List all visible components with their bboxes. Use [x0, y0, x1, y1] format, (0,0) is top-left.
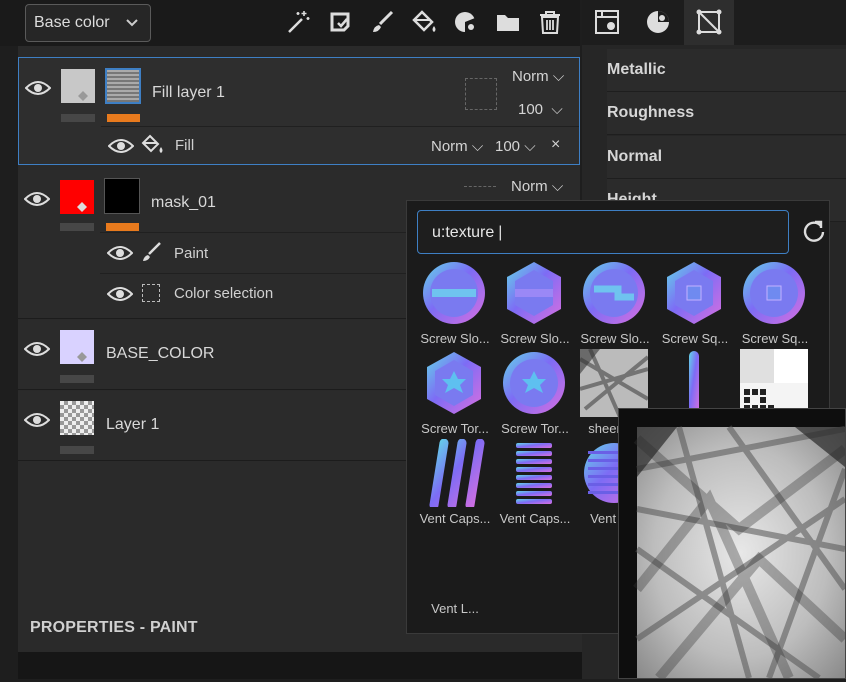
- smart-refresh-icon[interactable]: [326, 8, 354, 36]
- layer-name: Layer 1: [106, 416, 160, 433]
- resource-tile[interactable]: Vent L...: [415, 529, 495, 619]
- resource-tile-label: Screw Sq...: [741, 331, 809, 346]
- resource-tile[interactable]: Vent Caps...: [415, 439, 495, 529]
- resource-tile-label: Screw Sq...: [661, 331, 729, 346]
- selection-icon: [142, 284, 160, 302]
- eye-icon[interactable]: [23, 340, 51, 358]
- resource-search-input[interactable]: u:texture |: [417, 210, 789, 254]
- resource-tile[interactable]: Screw Slo...: [575, 259, 655, 349]
- channel-dropdown[interactable]: Base color: [25, 4, 151, 42]
- effect-opacity-dropdown[interactable]: 100 ⌵: [495, 138, 536, 155]
- brush-icon[interactable]: [368, 8, 396, 36]
- resource-tile-label: Vent L...: [431, 601, 479, 616]
- resource-tile-label: Screw Slo...: [580, 331, 650, 346]
- round-star-thumbnail: [503, 352, 565, 414]
- layer-mask-thumbnail[interactable]: [105, 68, 141, 104]
- eye-icon[interactable]: [23, 411, 51, 429]
- display-settings-tab[interactable]: [684, 0, 734, 45]
- resource-tile[interactable]: Screw Tor...: [415, 349, 495, 439]
- grunge-thumbnail: [580, 349, 648, 417]
- grunge-preview-image: [633, 425, 846, 682]
- close-icon[interactable]: ×: [551, 136, 560, 154]
- resource-tile-label: Vent Caps...: [499, 511, 571, 526]
- texture-set-settings-icon: [595, 10, 619, 34]
- properties-body: [18, 652, 618, 679]
- channel-normal[interactable]: Normal: [607, 136, 846, 179]
- vent-stack-thumbnail: [516, 443, 552, 504]
- round-slot-thumbnail: [423, 262, 485, 324]
- texture-set-settings-tab[interactable]: [582, 0, 632, 45]
- eye-icon[interactable]: [107, 137, 135, 155]
- resource-tile[interactable]: Screw Slo...: [495, 259, 575, 349]
- layer-name: Fill layer 1: [152, 84, 225, 101]
- chevron-down-icon: [126, 19, 138, 27]
- eye-icon[interactable]: [106, 244, 134, 262]
- layer-mask-placeholder: [465, 78, 497, 110]
- channel-roughness[interactable]: Roughness: [607, 92, 846, 135]
- trash-icon[interactable]: [536, 8, 564, 36]
- resource-tile[interactable]: Vent Caps...: [495, 439, 575, 529]
- display-settings-icon: [696, 9, 722, 35]
- channel-metallic[interactable]: Metallic: [607, 49, 846, 92]
- checker-thumbnail: [740, 349, 808, 417]
- vent-slant-thumbnail: [429, 439, 485, 507]
- resource-tile-label: Vent Caps...: [419, 511, 491, 526]
- channel-dropdown-label: Base color: [34, 14, 110, 31]
- round-slot2-thumbnail: [583, 262, 645, 324]
- hex-star-thumbnail: [427, 352, 481, 414]
- layer-color-thumbnail[interactable]: [60, 180, 94, 214]
- blend-mode-dropdown[interactable]: Norm ⌵: [511, 178, 563, 195]
- layer-name: BASE_COLOR: [106, 345, 215, 362]
- texture-preview: [618, 408, 846, 682]
- effect-label: Fill: [175, 137, 195, 154]
- blend-mode-dropdown[interactable]: Norm ⌵: [512, 68, 564, 85]
- resource-tile-label: Screw Tor...: [421, 421, 489, 436]
- hex-slot-thumbnail: [507, 262, 561, 324]
- fill-bucket-icon[interactable]: [410, 8, 438, 36]
- pill-thumbnail: [689, 351, 699, 415]
- resource-tile[interactable]: Screw Slo...: [415, 259, 495, 349]
- resource-tile-label: Screw Slo...: [420, 331, 490, 346]
- layer-transparent-thumbnail[interactable]: [60, 401, 94, 435]
- reset-icon[interactable]: [801, 218, 827, 244]
- resource-tile[interactable]: Screw Sq...: [735, 259, 815, 349]
- resource-tile[interactable]: Screw Sq...: [655, 259, 735, 349]
- opacity-dropdown[interactable]: 100 ⌵: [518, 101, 563, 118]
- layer-color-thumbnail[interactable]: [60, 330, 94, 364]
- layer-row-fill-layer-1[interactable]: Fill layer 1 Norm ⌵ 100 ⌵ Fill Norm ⌵ 10…: [18, 57, 580, 165]
- layer-name: mask_01: [151, 194, 216, 211]
- effect-label: Color selection: [174, 285, 274, 302]
- hex-square-thumbnail: [667, 262, 721, 324]
- fill-bucket-icon: [141, 134, 163, 153]
- eye-icon[interactable]: [24, 79, 52, 97]
- effect-label: Paint: [174, 245, 209, 262]
- effect-row-fill[interactable]: Fill Norm ⌵ 100 ⌵ ×: [101, 126, 579, 164]
- layer-mask-thumbnail[interactable]: [104, 178, 140, 214]
- resource-tile[interactable]: Screw Tor...: [495, 349, 575, 439]
- eye-icon[interactable]: [106, 285, 134, 303]
- layer-toolbar: Base color: [0, 0, 580, 46]
- resource-tile-label: Screw Slo...: [500, 331, 570, 346]
- eye-icon[interactable]: [23, 190, 51, 208]
- brush-icon: [143, 242, 161, 261]
- material-tab[interactable]: [633, 0, 683, 45]
- folder-icon[interactable]: [494, 8, 522, 36]
- properties-title: PROPERTIES - PAINT: [30, 619, 198, 636]
- resource-tile-label: Screw Tor...: [501, 421, 569, 436]
- effect-blend-dropdown[interactable]: Norm ⌵: [431, 138, 483, 155]
- magic-wand-icon[interactable]: [284, 8, 312, 36]
- material-icon: [647, 11, 669, 33]
- round-square-thumbnail: [743, 262, 805, 324]
- layer-color-thumbnail[interactable]: [61, 69, 95, 103]
- vent-lines-thumbnail: [425, 548, 479, 578]
- smart-material-icon[interactable]: [452, 8, 480, 36]
